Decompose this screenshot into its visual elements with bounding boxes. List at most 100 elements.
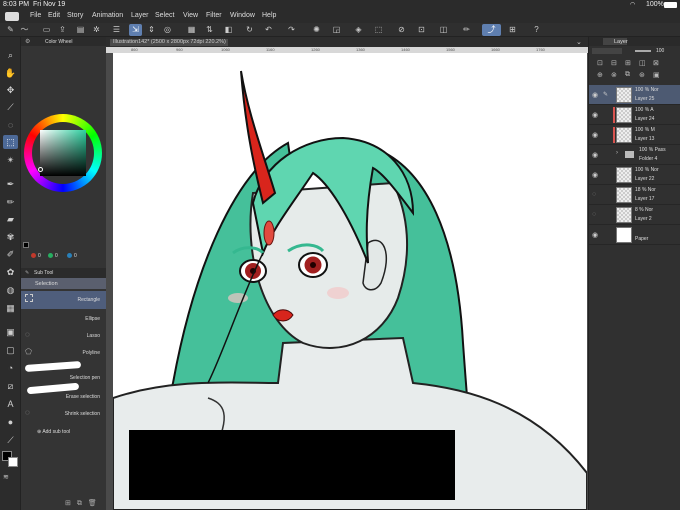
brush-tool-icon[interactable]: ⟋ bbox=[3, 433, 18, 447]
eye-hidden-icon[interactable]: ○ bbox=[592, 211, 596, 218]
pen2-icon[interactable]: ✏ bbox=[460, 24, 473, 36]
text-icon[interactable]: A bbox=[3, 397, 18, 411]
new-folder-icon[interactable]: ⊗ bbox=[611, 71, 617, 79]
subtool-erase-selection[interactable]: Erase selection bbox=[21, 382, 106, 403]
lasso-tool-icon[interactable]: ◌ bbox=[3, 118, 18, 132]
layer-icon[interactable]: ▦ bbox=[185, 24, 198, 36]
hand-icon[interactable]: ✋ bbox=[3, 66, 18, 80]
adjust-icon[interactable]: ⇕ bbox=[145, 24, 158, 36]
menu-edit[interactable]: Edit bbox=[48, 12, 60, 19]
layer-row[interactable]: ◉ ✎ 100 % Nor Layer 25 bbox=[589, 85, 680, 105]
eraser-icon[interactable]: ▰ bbox=[3, 212, 18, 226]
menu-story[interactable]: Story bbox=[67, 12, 83, 19]
menu-layer[interactable]: Layer bbox=[131, 12, 149, 19]
eye-hidden-icon[interactable]: ○ bbox=[592, 191, 596, 198]
brush-icon[interactable]: 〜 bbox=[18, 24, 31, 36]
layer-row[interactable]: ◉ 100 % M Layer 13 bbox=[589, 125, 680, 145]
subtool-polyline[interactable]: ⬠ Polyline bbox=[21, 344, 106, 362]
figure-icon[interactable]: ▢ bbox=[3, 343, 18, 357]
menu-help[interactable]: Help bbox=[262, 12, 276, 19]
spin-icon[interactable]: ✺ bbox=[310, 24, 323, 36]
sub-color-swatch[interactable] bbox=[8, 457, 18, 467]
menu-window[interactable]: Window bbox=[230, 12, 255, 19]
opacity-slider[interactable] bbox=[635, 50, 651, 52]
gradient-icon[interactable]: ▦ bbox=[3, 301, 18, 315]
selection-tool-icon[interactable]: ⬚ bbox=[3, 135, 18, 149]
subtool-ellipse[interactable]: Ellipse bbox=[21, 310, 106, 328]
gear-icon[interactable]: ⚙ bbox=[25, 38, 30, 45]
menu-file[interactable]: File bbox=[30, 12, 41, 19]
chevron-right-icon[interactable]: › bbox=[616, 150, 618, 156]
subtool-selection-pen[interactable]: Selection pen bbox=[21, 361, 106, 383]
tool-property-icon[interactable]: ⇲ bbox=[129, 24, 142, 36]
layer-row[interactable]: ○ 18 % Nor Layer 17 bbox=[589, 185, 680, 205]
scale-icon[interactable]: ◫ bbox=[437, 24, 450, 36]
add-subtool-button[interactable]: ⊕ Add sub tool bbox=[37, 429, 70, 435]
layer-row[interactable]: ○ 8 % Nor Layer 2 bbox=[589, 205, 680, 225]
clip-icon[interactable]: ⊟ bbox=[611, 59, 617, 67]
chevron-down-icon[interactable]: ⌄ bbox=[576, 38, 582, 46]
undo-icon[interactable]: ↶ bbox=[262, 24, 275, 36]
pen-icon[interactable]: ✎ bbox=[4, 24, 17, 36]
lock-icon[interactable]: ⊡ bbox=[597, 59, 603, 67]
airbrush-icon[interactable]: ✾ bbox=[3, 230, 18, 244]
blend-mode-select[interactable] bbox=[592, 48, 622, 54]
eyedropper-icon[interactable]: ⟋ bbox=[3, 100, 18, 114]
subtool-shrink-selection[interactable]: ◌ Shrink selection bbox=[21, 405, 106, 423]
correction-icon[interactable]: ● bbox=[3, 415, 18, 429]
eye-icon[interactable]: ◉ bbox=[592, 171, 598, 179]
balloon-icon[interactable]: ◔ bbox=[3, 361, 18, 375]
merge-icon[interactable]: ⊛ bbox=[639, 71, 645, 79]
layer-row[interactable]: ◉ 100 % Nor Layer 22 bbox=[589, 165, 680, 185]
ruler-tool-icon[interactable]: ⧄ bbox=[3, 379, 18, 393]
canvas-paper[interactable] bbox=[113, 53, 587, 510]
ruler-icon[interactable]: ⊞ bbox=[506, 24, 519, 36]
layer-row[interactable]: ◉ 100 % A Layer 24 bbox=[589, 105, 680, 125]
export-icon[interactable]: ⇪ bbox=[56, 24, 69, 36]
eye-icon[interactable]: ◉ bbox=[592, 231, 598, 239]
frame-icon[interactable]: ▣ bbox=[3, 325, 18, 339]
saturation-square[interactable] bbox=[40, 130, 86, 176]
redo-icon[interactable]: ↷ bbox=[285, 24, 298, 36]
mask-icon[interactable]: ◫ bbox=[639, 59, 646, 67]
bucket-icon[interactable]: ◈ bbox=[352, 24, 365, 36]
menu-filter[interactable]: Filter bbox=[206, 12, 222, 19]
rotate-icon[interactable]: ↻ bbox=[243, 24, 256, 36]
menu-view[interactable]: View bbox=[183, 12, 198, 19]
clear-icon[interactable]: ⊘ bbox=[395, 24, 408, 36]
magic-wand-icon[interactable]: ✴ bbox=[3, 153, 18, 167]
settings-icon[interactable]: ✲ bbox=[90, 24, 103, 36]
transparent-color-icon[interactable]: ≋ bbox=[3, 473, 18, 481]
undo-list-icon[interactable]: ▭ bbox=[40, 24, 53, 36]
menu-icon[interactable]: ☰ bbox=[110, 24, 123, 36]
lasso-icon[interactable]: ⤴ bbox=[482, 24, 501, 36]
eye-icon[interactable]: ◉ bbox=[592, 131, 598, 139]
move-icon[interactable]: ✥ bbox=[3, 83, 18, 97]
delete-layer-icon[interactable]: ▣ bbox=[653, 71, 660, 79]
fill-tool-icon[interactable]: ◍ bbox=[3, 283, 18, 297]
eye-icon[interactable]: ◉ bbox=[592, 91, 598, 99]
help-icon[interactable]: ? bbox=[530, 24, 543, 36]
flip-icon[interactable]: ◧ bbox=[222, 24, 235, 36]
crop-icon[interactable]: ⊡ bbox=[415, 24, 428, 36]
fill-icon[interactable]: ◲ bbox=[330, 24, 343, 36]
eye-icon[interactable]: ◉ bbox=[592, 151, 598, 159]
subtool-footer-icons[interactable]: ⊞⧉🗑 bbox=[65, 499, 103, 508]
zoom-icon[interactable]: ⌕ bbox=[3, 48, 18, 62]
subtool-rectangle[interactable]: Rectangle bbox=[21, 291, 106, 309]
menu-animation[interactable]: Animation bbox=[92, 12, 123, 19]
selection-group-tab[interactable]: Selection bbox=[21, 278, 106, 289]
reference-icon[interactable]: ⊞ bbox=[625, 59, 631, 67]
subtool-lasso[interactable]: ◌ Lasso bbox=[21, 327, 106, 345]
layer-row[interactable]: ◉ Paper bbox=[589, 225, 680, 245]
swap-icon[interactable]: ⇅ bbox=[203, 24, 216, 36]
copy-layer-icon[interactable]: ⧉ bbox=[625, 71, 630, 79]
folder-row[interactable]: ◉ › 100 % Pass Folder 4 bbox=[589, 145, 680, 165]
subtool-tab[interactable]: Sub Tool bbox=[34, 270, 53, 276]
pen-tool-icon[interactable]: ✒ bbox=[3, 177, 18, 191]
transform-icon[interactable]: ⬚ bbox=[372, 24, 385, 36]
blend-icon[interactable]: ✐ bbox=[3, 247, 18, 261]
pencil-tool-icon[interactable]: ✏ bbox=[3, 195, 18, 209]
decoration-icon[interactable]: ✿ bbox=[3, 265, 18, 279]
new-layer-icon[interactable]: ⊕ bbox=[597, 71, 603, 79]
